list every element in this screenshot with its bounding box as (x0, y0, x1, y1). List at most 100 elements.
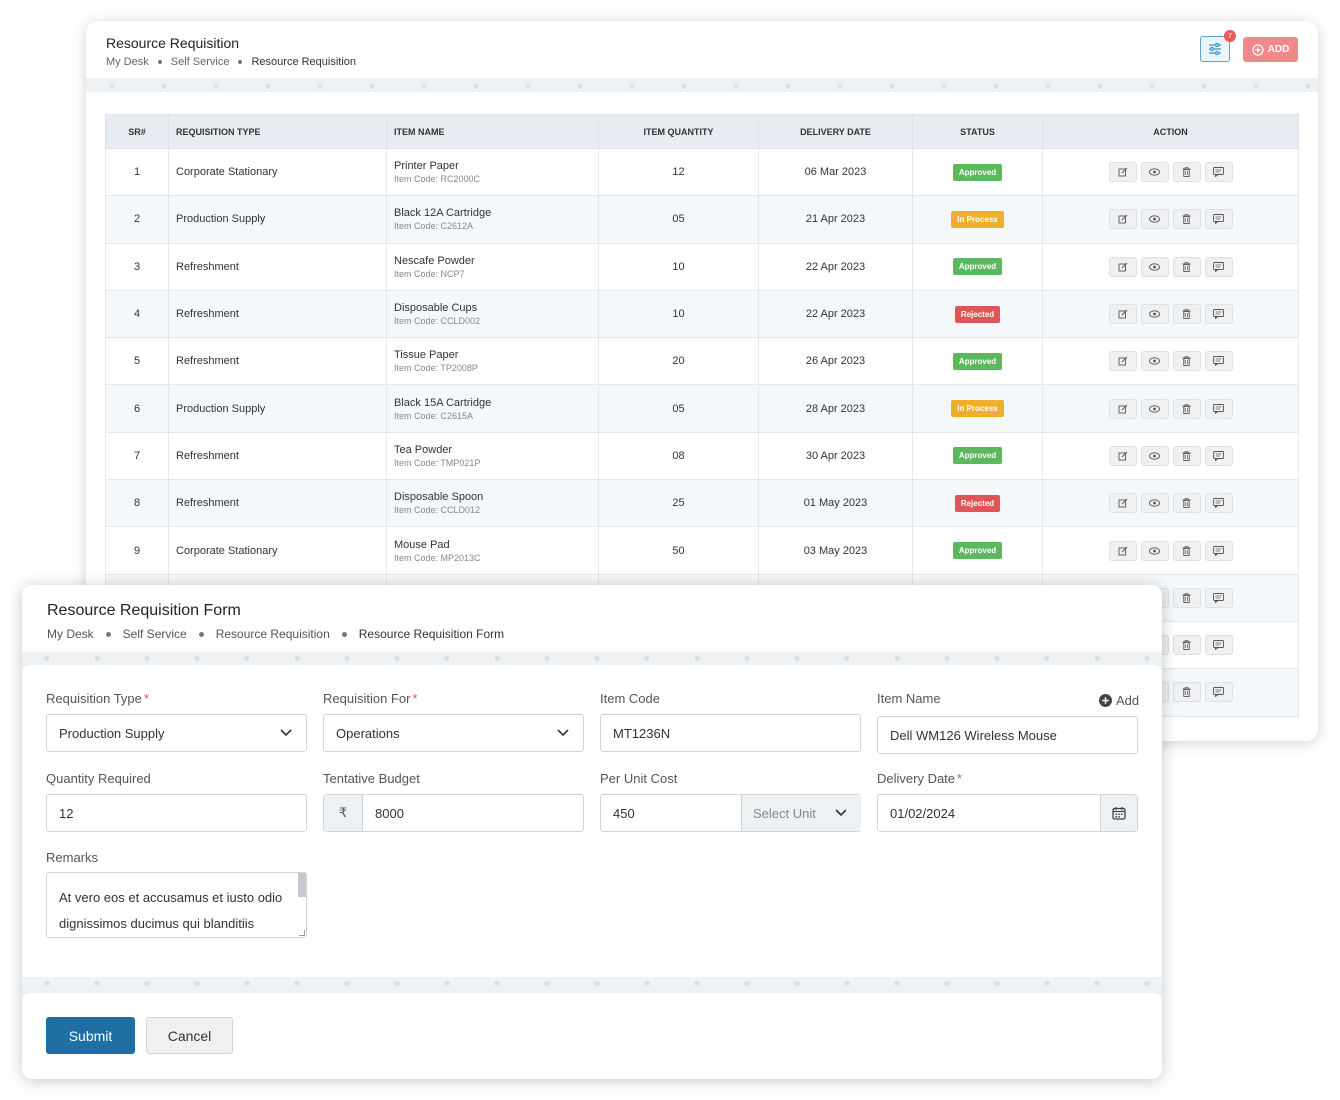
remarks-textarea[interactable]: At vero eos et accusamus et iusto odio d… (46, 872, 307, 938)
delete-button[interactable] (1172, 635, 1201, 656)
decorative-pattern (22, 977, 1162, 993)
cell-item: Nescafe Powder Item Code: NCP7 (386, 242, 599, 291)
edit-button[interactable] (1108, 304, 1137, 325)
edit-button[interactable] (1108, 398, 1137, 419)
delete-button[interactable] (1172, 351, 1201, 372)
delete-button[interactable] (1172, 540, 1201, 561)
item-code-input[interactable]: MT1236N (600, 714, 861, 752)
comment-button[interactable] (1204, 256, 1233, 277)
view-button[interactable] (1140, 162, 1169, 183)
comment-button[interactable] (1204, 398, 1233, 419)
add-item-link[interactable]: Add (1099, 693, 1139, 708)
resize-handle[interactable] (299, 930, 305, 936)
breadcrumb-resource-requisition[interactable]: Resource Requisition (216, 627, 330, 641)
cell-quantity: 20 (598, 337, 759, 386)
unit-select[interactable]: Select Unit (741, 795, 861, 831)
table-row[interactable]: 2 Production Supply Black 12A Cartridge Ite… (105, 195, 1299, 244)
requisition-type-select[interactable]: Production Supply (46, 714, 307, 752)
view-button[interactable] (1140, 304, 1169, 325)
delete-button[interactable] (1172, 162, 1201, 183)
comment-button[interactable] (1204, 682, 1233, 703)
status-badge: In Process (951, 400, 1004, 418)
breadcrumb-my-desk[interactable]: My Desk (47, 627, 94, 641)
item-name-input[interactable]: Dell WM126 Wireless Mouse (877, 716, 1138, 754)
delete-button[interactable] (1172, 304, 1201, 325)
comment-icon (1213, 498, 1224, 509)
edit-button[interactable] (1108, 256, 1137, 277)
sliders-icon (1209, 43, 1221, 55)
table-row[interactable]: 8 Refreshment Disposable Spoon Item Code: C… (105, 479, 1299, 528)
add-button[interactable]: ADD (1243, 37, 1298, 62)
delete-button[interactable] (1172, 256, 1201, 277)
edit-button[interactable] (1108, 493, 1137, 514)
delete-button[interactable] (1172, 445, 1201, 466)
delete-button[interactable] (1172, 209, 1201, 230)
required-marker: * (412, 691, 418, 706)
comment-button[interactable] (1204, 540, 1233, 561)
cell-requisition-type: Refreshment (168, 431, 387, 481)
breadcrumb-my-desk[interactable]: My Desk (106, 56, 149, 68)
edit-button[interactable] (1108, 162, 1137, 183)
table-row[interactable]: 4 Refreshment Disposable Cups Item Code: CC… (105, 289, 1299, 339)
label-text: Requisition Type (46, 691, 142, 706)
view-button[interactable] (1140, 445, 1169, 466)
breadcrumb-self-service[interactable]: Self Service (171, 56, 230, 68)
column-header-item[interactable]: ITEM NAME (386, 114, 599, 149)
breadcrumb-separator (198, 631, 204, 637)
comment-button[interactable] (1204, 587, 1233, 608)
delete-icon (1182, 403, 1191, 414)
view-button[interactable] (1140, 398, 1169, 419)
column-header-status[interactable]: STATUS (912, 114, 1043, 149)
filter-button[interactable]: 7 (1200, 30, 1236, 62)
edit-button[interactable] (1108, 351, 1137, 372)
table-row[interactable]: 3 Refreshment Nescafe Powder Item Code: NCP… (105, 242, 1299, 291)
comment-icon (1213, 403, 1224, 414)
column-header-sr[interactable]: SR# (105, 114, 169, 149)
comment-button[interactable] (1204, 209, 1233, 230)
table-row[interactable]: 7 Refreshment Tea Powder Item Code: TMP021P… (105, 431, 1299, 481)
item-name: Black 12A Cartridge (394, 207, 492, 220)
table-row[interactable]: 5 Refreshment Tissue Paper Item Code: TP200… (105, 337, 1299, 386)
column-header-quantity[interactable]: ITEM QUANTITY (598, 114, 759, 149)
delivery-date-input[interactable]: 01/02/2024 (877, 794, 1138, 832)
table-row[interactable]: 6 Production Supply Black 15A Cartridge Ite… (105, 384, 1299, 433)
table-row[interactable]: 1 Corporate Stationary Printer Paper Item C… (105, 147, 1299, 197)
edit-button[interactable] (1108, 209, 1137, 230)
view-button[interactable] (1140, 540, 1169, 561)
quantity-input[interactable]: 12 (46, 794, 307, 832)
submit-button[interactable]: Submit (46, 1017, 135, 1054)
unit-cost-input[interactable]: 450 Select Unit (600, 794, 861, 832)
delete-button[interactable] (1172, 398, 1201, 419)
column-header-date[interactable]: DELIVERY DATE (758, 114, 913, 149)
textarea-scrollbar[interactable] (298, 873, 306, 897)
delete-button[interactable] (1172, 493, 1201, 514)
comment-button[interactable] (1204, 351, 1233, 372)
edit-icon (1118, 404, 1128, 414)
comment-button[interactable] (1204, 445, 1233, 466)
cancel-button[interactable]: Cancel (146, 1017, 233, 1054)
requisition-for-select[interactable]: Operations (323, 714, 584, 752)
delete-button[interactable] (1172, 682, 1201, 703)
view-button[interactable] (1140, 493, 1169, 514)
cell-requisition-type: Corporate Stationary (168, 147, 387, 197)
edit-button[interactable] (1108, 540, 1137, 561)
edit-button[interactable] (1108, 445, 1137, 466)
view-button[interactable] (1140, 209, 1169, 230)
budget-input[interactable]: ₹ 8000 (323, 794, 584, 832)
table-row[interactable]: 9 Corporate Stationary Mouse Pad Item Code:… (105, 526, 1299, 575)
comment-button[interactable] (1204, 635, 1233, 656)
item-code: Item Code: RC2000C (394, 174, 481, 185)
comment-button[interactable] (1204, 304, 1233, 325)
comment-button[interactable] (1204, 493, 1233, 514)
column-header-type[interactable]: REQUISITION TYPE (168, 114, 387, 149)
cell-item: Mouse Pad Item Code: MP2013C (386, 526, 599, 575)
cell-sr: 9 (105, 526, 169, 575)
view-button[interactable] (1140, 351, 1169, 372)
view-icon (1149, 357, 1160, 365)
calendar-button[interactable] (1100, 795, 1137, 831)
breadcrumb-self-service[interactable]: Self Service (123, 627, 187, 641)
view-button[interactable] (1140, 256, 1169, 277)
delete-button[interactable] (1172, 587, 1201, 608)
comment-button[interactable] (1204, 162, 1233, 183)
cell-item: Black 15A Cartridge Item Code: C2615A (386, 384, 599, 433)
